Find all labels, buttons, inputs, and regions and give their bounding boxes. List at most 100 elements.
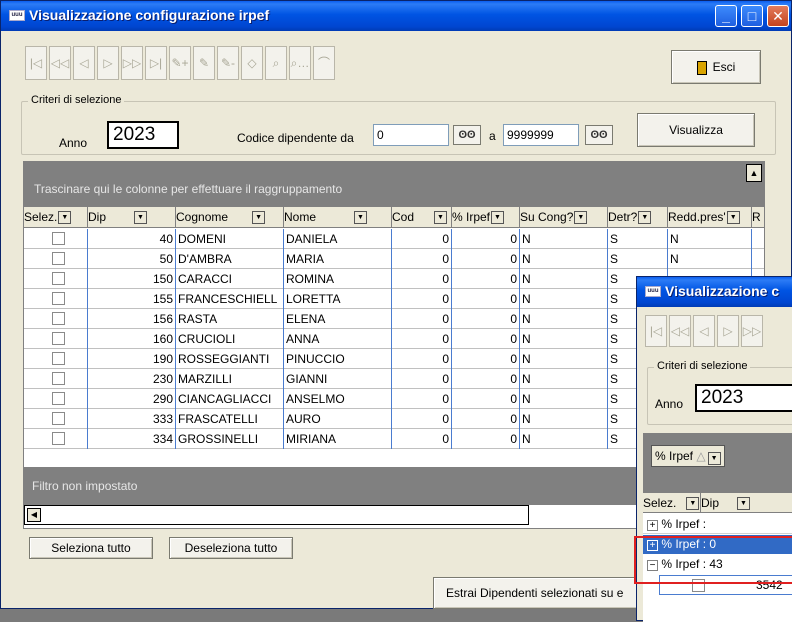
chevron-down-icon[interactable]: ▼	[574, 211, 588, 225]
cell-dip: 40	[88, 229, 176, 249]
row-checkbox[interactable]	[52, 252, 65, 265]
cell-selez	[24, 429, 88, 449]
row-checkbox[interactable]	[52, 292, 65, 305]
to-label: a	[489, 129, 496, 143]
first-record-icon[interactable]: |◁	[645, 315, 667, 347]
scroll-up-arrow[interactable]: ▲	[746, 164, 762, 182]
delete-record-icon[interactable]: ✎-	[217, 46, 239, 80]
expand-icon[interactable]: +	[647, 520, 658, 531]
row-checkbox[interactable]	[52, 392, 65, 405]
prev-page-icon[interactable]: ◁◁	[669, 315, 691, 347]
row-checkbox[interactable]	[52, 412, 65, 425]
chevron-down-icon[interactable]: ▼	[707, 452, 721, 465]
row-checkbox[interactable]	[52, 272, 65, 285]
row-checkbox[interactable]	[52, 352, 65, 365]
col-header-redd-pres[interactable]: Redd.pres' ▼	[668, 207, 752, 228]
row-checkbox[interactable]	[52, 232, 65, 245]
cell-cognome: MARZILLI	[176, 369, 284, 389]
table-row[interactable]: 50 D'AMBRA MARIA 0 0 N S N	[24, 249, 764, 269]
eraser-icon[interactable]: ◇	[241, 46, 263, 80]
second-year-input[interactable]: 2023	[695, 384, 792, 412]
first-record-icon[interactable]: |◁	[25, 46, 47, 80]
exit-button[interactable]: Esci	[671, 50, 761, 84]
insert-record-icon[interactable]: ✎+	[169, 46, 191, 80]
minimize-button[interactable]: _	[715, 5, 737, 27]
deselect-all-button[interactable]: Deseleziona tutto	[169, 537, 293, 559]
col-header-cognome[interactable]: Cognome ▼	[176, 207, 284, 228]
chevron-down-icon[interactable]: ▼	[638, 211, 652, 225]
col-header-irpef[interactable]: % Irpef ▼	[452, 207, 520, 228]
advanced-search-icon[interactable]: ⌕…	[289, 46, 311, 80]
view-button[interactable]: Visualizza	[637, 113, 755, 147]
cell-selez	[24, 409, 88, 429]
group-chip-irpef[interactable]: % Irpef △ ▼	[651, 445, 725, 467]
binoculars-from-icon[interactable]: ʘʘ	[453, 125, 481, 145]
col-header-selez[interactable]: Selez. ▼	[24, 207, 88, 228]
chevron-down-icon[interactable]: ▼	[491, 211, 505, 225]
chevron-down-icon[interactable]: ▼	[354, 211, 368, 225]
col-header-su-cong[interactable]: Su Cong? ▼	[520, 207, 608, 228]
chevron-down-icon[interactable]: ▼	[686, 497, 700, 511]
next-page-icon[interactable]: ▷▷	[121, 46, 143, 80]
employee-to-input[interactable]: 9999999	[503, 124, 579, 146]
chevron-down-icon[interactable]: ▼	[134, 211, 148, 225]
table-row[interactable]: 40 DOMENI DANIELA 0 0 N S N	[24, 229, 764, 249]
select-all-button[interactable]: Seleziona tutto	[29, 537, 153, 559]
chevron-down-icon[interactable]: ▼	[434, 211, 448, 225]
cell-cod: 0	[392, 289, 452, 309]
col-header-selez[interactable]: Selez. ▼	[643, 493, 701, 513]
col-header-detr[interactable]: Detr? ▼	[608, 207, 668, 228]
main-titlebar[interactable]: uuu Visualizzazione configurazione irpef…	[1, 1, 791, 31]
second-titlebar[interactable]: uuu Visualizzazione c	[637, 277, 792, 307]
cell-cod: 0	[392, 429, 452, 449]
cell-irpef: 0	[452, 409, 520, 429]
cell-cognome: CARACCI	[176, 269, 284, 289]
cell-irpef: 0	[452, 329, 520, 349]
col-header-cod[interactable]: Cod ▼	[392, 207, 452, 228]
cell-cong: N	[520, 229, 608, 249]
cell-dip: 230	[88, 369, 176, 389]
maximize-button[interactable]: □	[741, 5, 763, 27]
cell-nome: ROMINA	[284, 269, 392, 289]
scroll-left-arrow[interactable]: ◀	[27, 508, 41, 522]
prev-page-icon[interactable]: ◁◁	[49, 46, 71, 80]
group-row-irpef-empty[interactable]: + % Irpef :	[643, 515, 792, 534]
cell-nome: AURO	[284, 409, 392, 429]
employee-from-input[interactable]: 0	[373, 124, 449, 146]
close-button[interactable]: ✕	[767, 5, 789, 27]
group-by-area[interactable]: Trascinare qui le colonne per effettuare…	[24, 162, 764, 207]
year-input[interactable]: 2023	[107, 121, 179, 149]
next-page-icon[interactable]: ▷▷	[741, 315, 763, 347]
cell-irpef: 0	[452, 249, 520, 269]
cell-nome: LORETTA	[284, 289, 392, 309]
binoculars-to-icon[interactable]: ʘʘ	[585, 125, 613, 145]
edit-record-icon[interactable]: ✎	[193, 46, 215, 80]
cell-cong: N	[520, 309, 608, 329]
refresh-icon[interactable]: ⌒	[313, 46, 335, 80]
next-record-icon[interactable]: ▷	[97, 46, 119, 80]
cell-redd: N	[668, 249, 752, 269]
horizontal-scrollbar[interactable]: ◀	[24, 505, 529, 525]
col-header-r[interactable]: R	[752, 207, 766, 228]
prev-record-icon[interactable]: ◁	[693, 315, 715, 347]
chevron-down-icon[interactable]: ▼	[737, 497, 751, 511]
cell-irpef: 0	[452, 389, 520, 409]
col-header-nome[interactable]: Nome ▼	[284, 207, 392, 228]
col-header-dip[interactable]: Dip ▼	[701, 493, 792, 513]
cell-irpef: 0	[452, 349, 520, 369]
row-checkbox[interactable]	[52, 312, 65, 325]
extract-employees-button[interactable]: Estrai Dipendenti selezionati su e	[433, 577, 653, 609]
cell-selez	[24, 229, 88, 249]
chevron-down-icon[interactable]: ▼	[252, 211, 266, 225]
col-header-dip[interactable]: Dip ▼	[88, 207, 176, 228]
row-checkbox[interactable]	[52, 372, 65, 385]
last-record-icon[interactable]: ▷|	[145, 46, 167, 80]
row-checkbox[interactable]	[52, 432, 65, 445]
next-record-icon[interactable]: ▷	[717, 315, 739, 347]
app-icon: uuu	[645, 286, 661, 297]
search-icon[interactable]: ⌕	[265, 46, 287, 80]
row-checkbox[interactable]	[52, 332, 65, 345]
chevron-down-icon[interactable]: ▼	[58, 211, 72, 225]
chevron-down-icon[interactable]: ▼	[726, 211, 740, 225]
prev-record-icon[interactable]: ◁	[73, 46, 95, 80]
